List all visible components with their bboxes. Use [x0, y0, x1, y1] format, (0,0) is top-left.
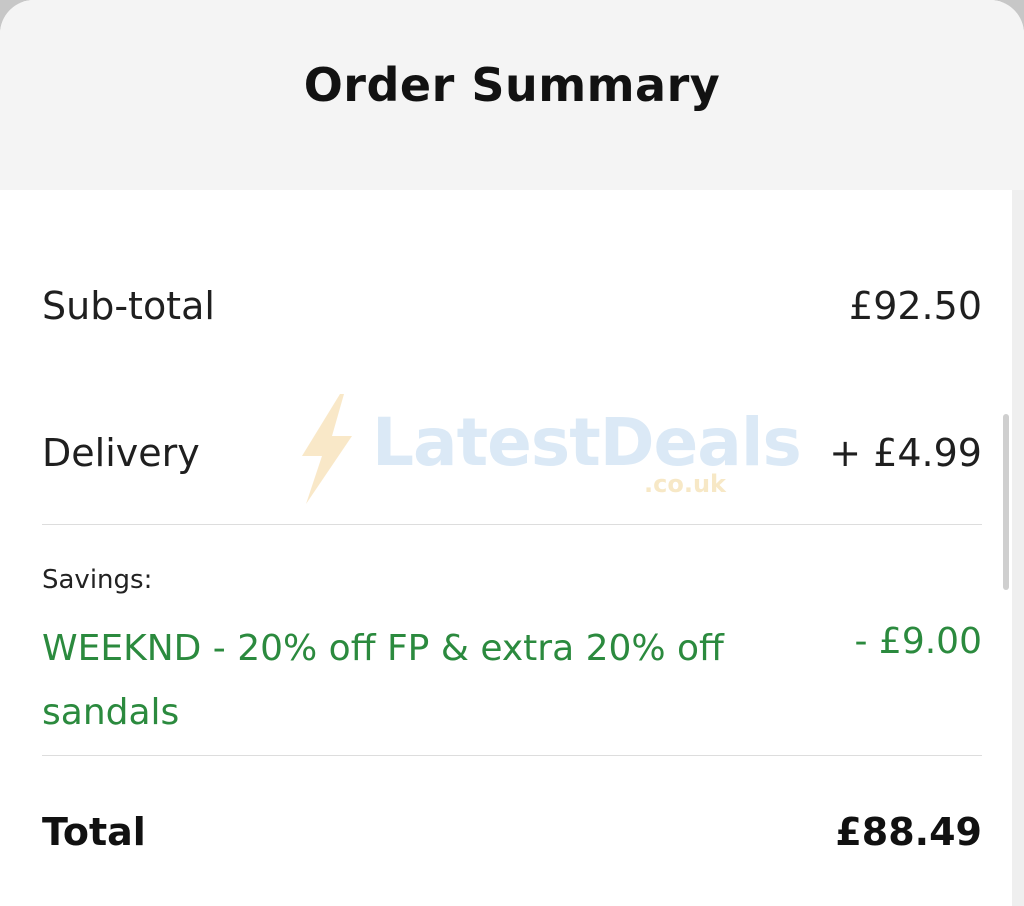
divider	[42, 755, 982, 756]
delivery-label: Delivery	[42, 431, 200, 475]
savings-description: WEEKND - 20% off FP & extra 20% off sand…	[42, 628, 724, 733]
order-summary-sheet: Order Summary Sub-total £92.50 Delivery …	[0, 0, 1024, 906]
total-amount: £88.49	[835, 810, 982, 854]
page-title: Order Summary	[303, 58, 721, 112]
latestdeals-watermark: LatestDeals .co.uk	[294, 394, 802, 514]
savings-heading: Savings:	[42, 565, 153, 595]
watermark-brand: LatestDeals	[372, 404, 802, 481]
divider	[42, 524, 982, 525]
watermark-domain: .co.uk	[644, 470, 726, 498]
subtotal-amount: £92.50	[849, 284, 982, 328]
order-summary-header: Order Summary	[0, 0, 1024, 190]
lightning-bolt-icon	[302, 394, 352, 504]
scrollbar-thumb[interactable]	[1003, 414, 1009, 590]
subtotal-label: Sub-total	[42, 284, 215, 328]
total-label: Total	[42, 810, 146, 854]
delivery-amount: + £4.99	[829, 431, 982, 475]
savings-amount: - £9.00	[854, 621, 983, 662]
scroll-track	[1012, 190, 1024, 906]
